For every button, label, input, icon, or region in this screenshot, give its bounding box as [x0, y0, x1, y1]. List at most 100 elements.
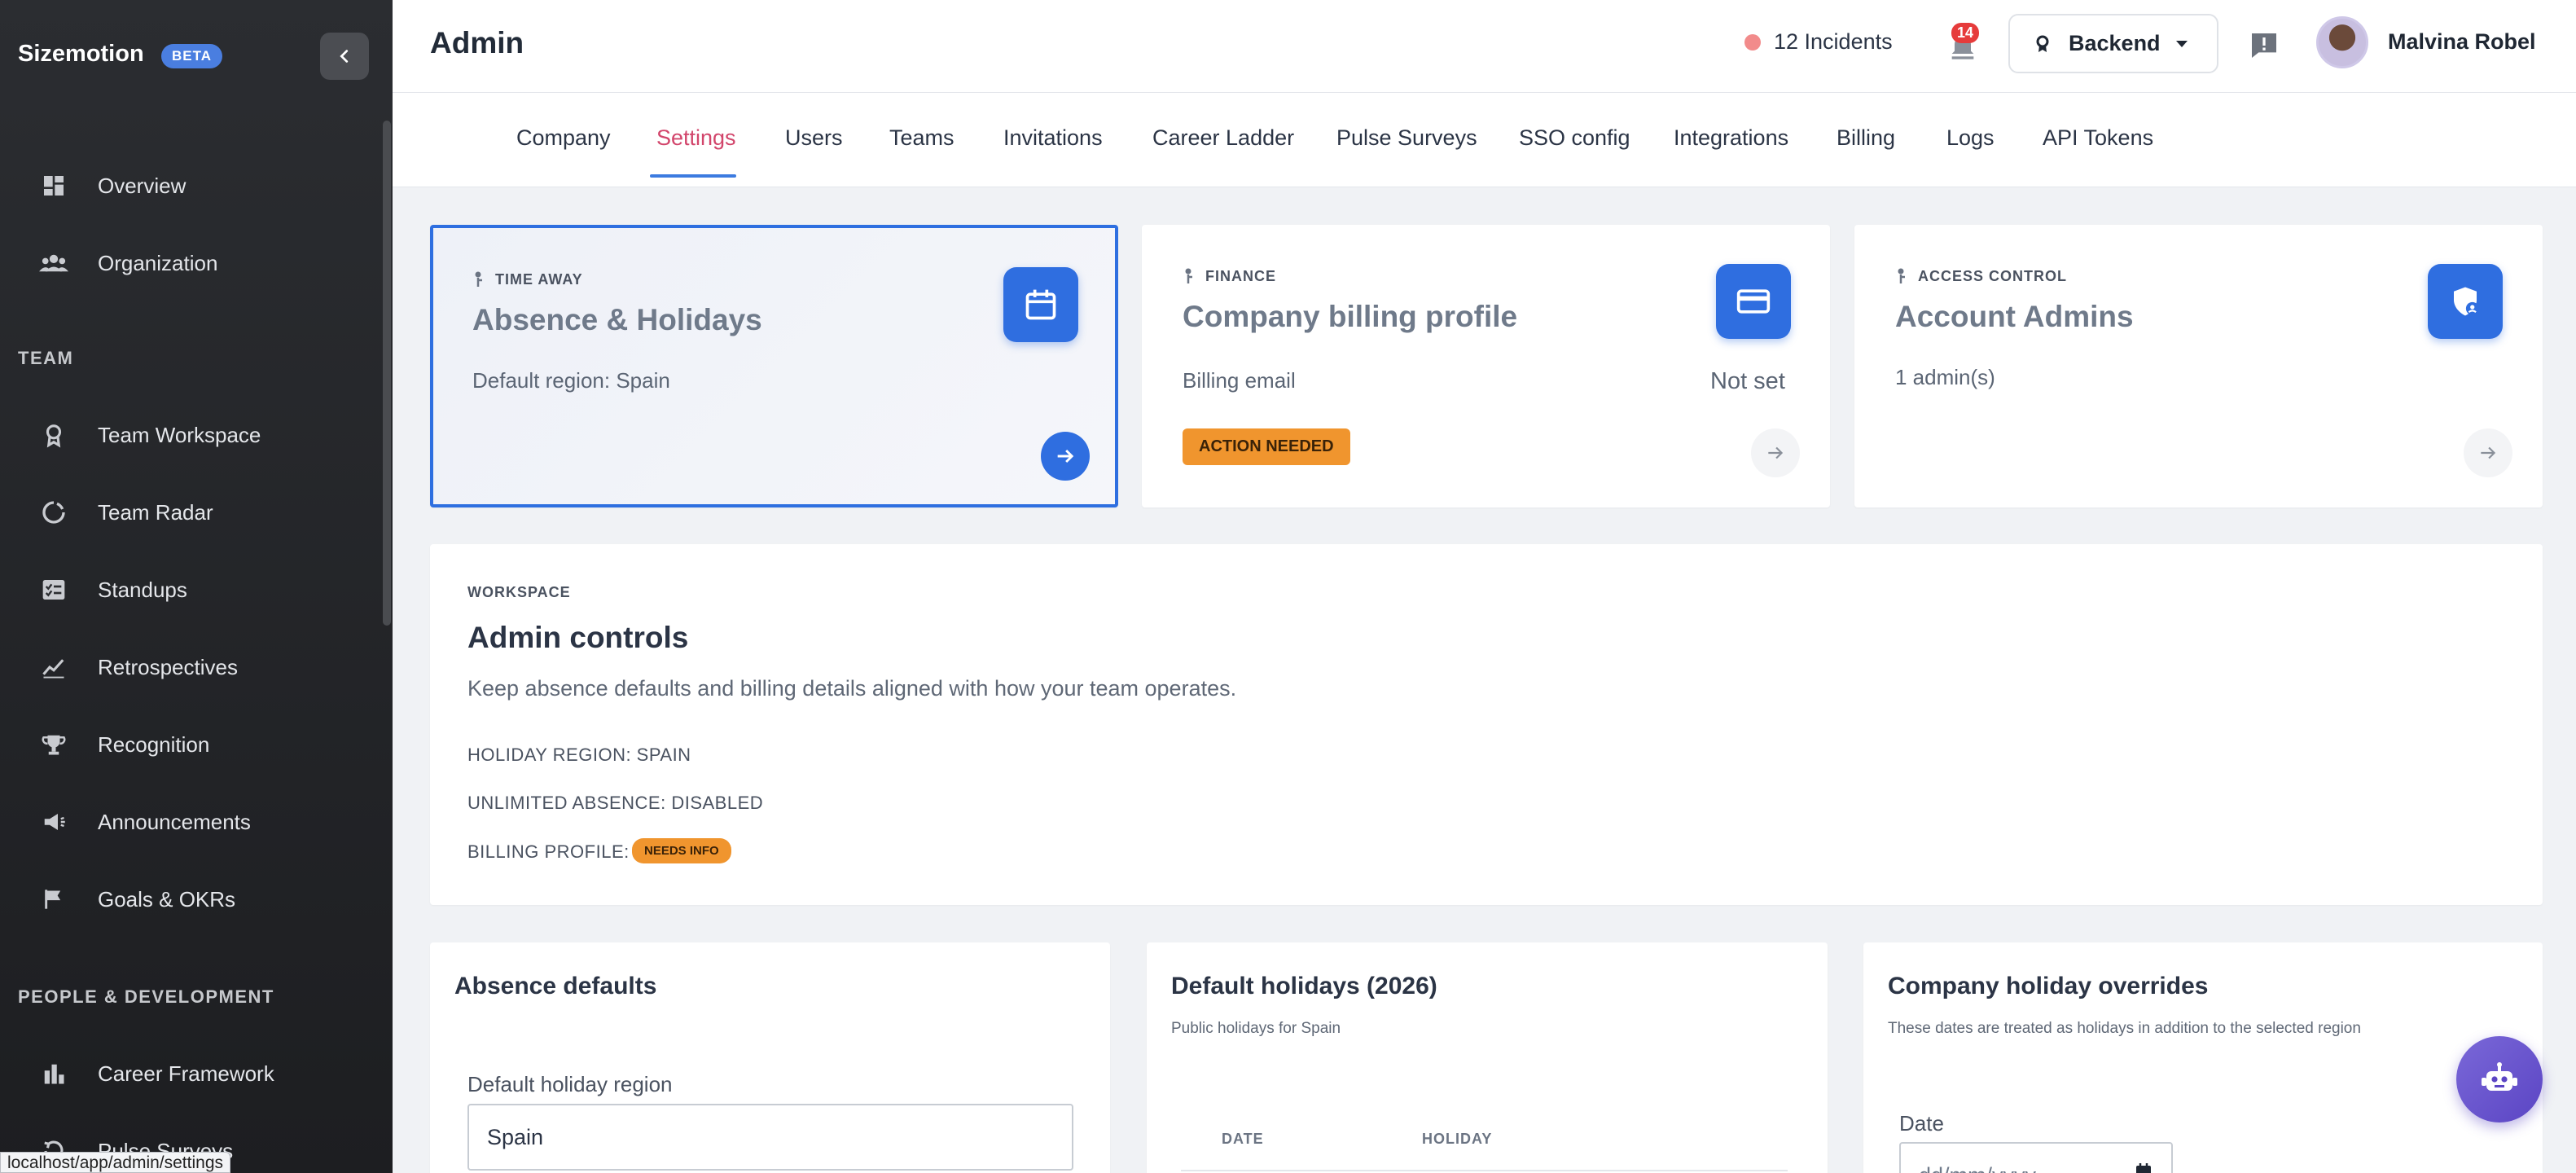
assistant-bot-button[interactable] — [2456, 1036, 2543, 1122]
people-icon — [39, 248, 68, 278]
override-date-label: Date — [1899, 1111, 1944, 1136]
sidebar-item-label: Announcements — [98, 809, 251, 834]
sidebar-item-goals-okrs[interactable]: Goals & OKRs — [0, 871, 375, 928]
sidebar-item-announcements[interactable]: Announcements — [0, 793, 375, 850]
card-subtitle: 1 admin(s) — [1895, 365, 1995, 389]
sidebar-item-label: Goals & OKRs — [98, 886, 236, 912]
tab-api-tokens[interactable]: API Tokens — [2043, 125, 2153, 151]
incidents-indicator[interactable]: 12 Incidents — [1744, 29, 1893, 55]
calendar-icon[interactable] — [2134, 1162, 2153, 1173]
pin-icon — [1898, 268, 1905, 283]
panel-title: Absence defaults — [454, 973, 657, 999]
flag-icon — [39, 885, 68, 914]
sidebar-item-label: Team Radar — [98, 499, 213, 525]
team-selector[interactable]: Backend — [2008, 14, 2218, 73]
sidebar-item-overview[interactable]: Overview — [0, 157, 375, 214]
panel-title: Company holiday overrides — [1888, 973, 2209, 999]
megaphone-icon — [39, 807, 68, 837]
tab-sso-config[interactable]: SSO config — [1519, 125, 1630, 151]
user-name[interactable]: Malvina Robel — [2388, 29, 2536, 55]
column-header-holiday[interactable]: HOLIDAY — [1422, 1131, 1492, 1148]
panel-subtitle: Public holidays for Spain — [1171, 1020, 1341, 1037]
page-title: Admin — [430, 26, 524, 59]
sidebar-item-team-radar[interactable]: Team Radar — [0, 484, 375, 541]
active-tab-indicator — [650, 174, 736, 178]
billing-profile-line: BILLING PROFILE: — [467, 841, 630, 862]
sidebar-scrollbar[interactable] — [383, 121, 391, 626]
badge-icon — [39, 420, 68, 450]
card-title: Account Admins — [1895, 300, 2134, 333]
sidebar-item-retrospectives[interactable]: Retrospectives — [0, 639, 375, 696]
sidebar-item-label: Career Framework — [98, 1061, 274, 1086]
override-date-input[interactable]: dd/mm/yyyy — [1899, 1142, 2173, 1173]
credit-card-icon-tile — [1716, 264, 1791, 339]
caret-down-icon — [2176, 40, 2188, 47]
default-holiday-region-select[interactable]: Spain — [467, 1104, 1073, 1171]
sidebar-item-team-workspace[interactable]: Team Workspace — [0, 406, 375, 463]
panel-title: Default holidays (2026) — [1171, 973, 1437, 999]
pin-icon — [475, 271, 482, 287]
workspace-description: Keep absence defaults and billing detail… — [467, 676, 1237, 701]
sidebar-item-label: Overview — [98, 173, 187, 198]
trend-icon — [39, 652, 68, 682]
tab-teams[interactable]: Teams — [889, 125, 954, 151]
card-company-billing-profile[interactable]: FINANCE Company billing profile Billing … — [1142, 225, 1830, 507]
trophy-icon — [39, 730, 68, 759]
card-title: Company billing profile — [1183, 300, 1518, 333]
unlimited-absence-line: UNLIMITED ABSENCE: DISABLED — [467, 793, 764, 813]
brand-name[interactable]: Sizemotion — [18, 41, 144, 68]
robot-icon — [2482, 1062, 2517, 1091]
card-absence-holidays[interactable]: TIME AWAY Absence & Holidays Default reg… — [430, 225, 1118, 507]
override-date-placeholder: dd/mm/yyyy — [1919, 1163, 2036, 1173]
incidents-label: 12 Incidents — [1774, 29, 1893, 54]
beta-badge: BETA — [161, 44, 223, 68]
open-absence-button[interactable] — [1041, 432, 1090, 481]
badge-icon — [2036, 35, 2049, 52]
chevron-left-icon — [340, 50, 349, 63]
default-holiday-region-label: Default holiday region — [467, 1072, 673, 1096]
sidebar-item-label: Organization — [98, 250, 218, 275]
tab-integrations[interactable]: Integrations — [1674, 125, 1788, 151]
pin-icon — [1185, 268, 1192, 283]
section-label-team: TEAM — [18, 348, 74, 368]
tab-logs[interactable]: Logs — [1946, 125, 1995, 151]
tab-settings[interactable]: Settings — [656, 125, 736, 151]
workspace-admin-controls — [430, 544, 2543, 905]
tab-billing[interactable]: Billing — [1837, 125, 1895, 151]
workspace-title: Admin controls — [467, 621, 689, 654]
feedback-icon[interactable] — [2248, 29, 2280, 62]
collapse-sidebar-button[interactable] — [320, 33, 369, 80]
user-avatar[interactable] — [2316, 16, 2368, 68]
checklist-icon — [39, 575, 68, 604]
radar-icon — [39, 498, 68, 527]
open-admins-button[interactable] — [2464, 428, 2512, 477]
incident-status-dot — [1744, 33, 1761, 51]
sidebar-item-recognition[interactable]: Recognition — [0, 716, 375, 773]
sidebar-item-label: Standups — [98, 577, 187, 602]
tab-career-ladder[interactable]: Career Ladder — [1152, 125, 1294, 151]
sidebar: Sizemotion BETA Overview Organization TE… — [0, 0, 393, 1173]
admin-shield-icon — [2454, 287, 2479, 316]
bar-chart-icon — [39, 1059, 68, 1088]
sidebar-item-career-framework[interactable]: Career Framework — [0, 1045, 375, 1102]
card-overline: TIME AWAY — [472, 270, 583, 288]
sidebar-item-standups[interactable]: Standups — [0, 561, 375, 618]
admin-shield-icon-tile — [2428, 264, 2503, 339]
needs-info-badge: NEEDS INFO — [632, 838, 731, 863]
tab-pulse-surveys[interactable]: Pulse Surveys — [1336, 125, 1477, 151]
column-header-date[interactable]: DATE — [1222, 1131, 1264, 1148]
tab-company[interactable]: Company — [516, 125, 611, 151]
section-label-people-development: PEOPLE & DEVELOPMENT — [18, 986, 274, 1007]
sidebar-item-organization[interactable]: Organization — [0, 235, 375, 292]
arrow-right-icon — [1057, 449, 1074, 463]
sidebar-item-label: Team Workspace — [98, 422, 261, 447]
panel-subtitle: These dates are treated as holidays in a… — [1888, 1020, 2361, 1037]
tab-users[interactable]: Users — [785, 125, 843, 151]
card-title: Absence & Holidays — [472, 303, 762, 336]
action-needed-badge: ACTION NEEDED — [1183, 428, 1350, 465]
arrow-right-icon — [1768, 446, 1784, 459]
notifications-count-badge: 14 — [1951, 23, 1980, 43]
tab-invitations[interactable]: Invitations — [1003, 125, 1103, 151]
open-billing-button[interactable] — [1751, 428, 1800, 477]
card-account-admins[interactable]: ACCESS CONTROL Account Admins 1 admin(s) — [1854, 225, 2543, 507]
